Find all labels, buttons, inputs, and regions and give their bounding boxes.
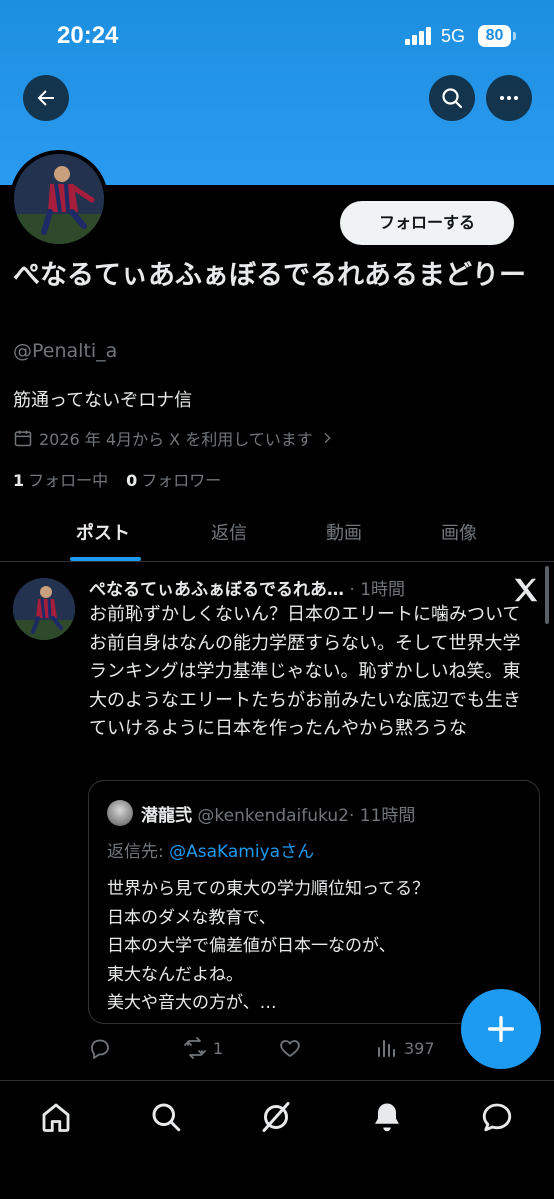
more-button[interactable]	[486, 75, 532, 121]
quoted-post[interactable]: 潜龍弐 @kenkendaifuku2· 11時間 返信先: @AsaKamiy…	[88, 780, 540, 1024]
calendar-icon	[14, 430, 32, 447]
messages-icon	[482, 1103, 512, 1132]
more-icon	[500, 96, 518, 100]
explore-icon	[152, 1103, 181, 1132]
grok-icon	[262, 1102, 290, 1132]
post-text: お前恥ずかしくないん？日本のエリートに噛みついてお前自身はなんの能力学歴すらない…	[89, 604, 521, 739]
bottom-navigation	[0, 1080, 554, 1199]
nav-notifications[interactable]	[369, 1099, 405, 1135]
followers-stat[interactable]: 0 フォロワー	[126, 467, 221, 491]
repost-count: 1	[213, 1038, 224, 1058]
quoted-reply-to: 返信先: @AsaKamiyaさん	[107, 837, 314, 862]
search-button[interactable]	[429, 75, 475, 121]
quoted-post-text: 世界から見ての東大の学力順位知ってる？ 日本のダメな教育で、 日本の大学で偏差値…	[107, 875, 527, 1018]
tab-replies[interactable]: 返信	[211, 519, 247, 545]
profile-handle: @Penalti_a	[13, 340, 118, 362]
compose-button[interactable]	[461, 989, 541, 1069]
quoted-author-handle: @kenkendaifuku2	[197, 806, 349, 826]
views-icon	[378, 1040, 395, 1057]
nav-home[interactable]	[38, 1099, 74, 1135]
post-author-avatar[interactable]	[13, 578, 75, 640]
profile-avatar[interactable]	[10, 150, 108, 248]
back-button[interactable]	[23, 75, 69, 121]
quoted-text-line: 世界から見ての東大の学力順位知ってる？	[107, 879, 430, 899]
battery-icon: 80	[478, 25, 516, 47]
followers-count: 0	[126, 471, 138, 490]
quoted-post-header: 潜龍弐 @kenkendaifuku2· 11時間	[141, 801, 415, 826]
profile-tabs: ポスト 返信 動画 画像	[0, 505, 554, 562]
following-stat[interactable]: 1 フォロー中	[13, 467, 108, 491]
follow-button[interactable]: フォローする	[340, 201, 514, 245]
tab-images[interactable]: 画像	[441, 519, 477, 545]
like-icon	[280, 1040, 300, 1057]
quoted-author-name: 潜龍弐	[141, 806, 192, 826]
status-time: 20:24	[57, 22, 119, 49]
tab-posts[interactable]: ポスト	[76, 519, 130, 545]
reply-prefix: 返信先:	[107, 842, 164, 862]
network-label: 5G	[441, 26, 466, 46]
joined-date-row[interactable]: 2026 年 4月から X を利用しています	[13, 426, 335, 450]
tab-videos[interactable]: 動画	[326, 519, 362, 545]
nav-grok[interactable]	[258, 1099, 294, 1135]
back-arrow-icon	[37, 90, 54, 106]
post-author-name[interactable]: ぺなるてぃあふぁぼるでるれあ…	[89, 580, 344, 600]
nav-explore[interactable]	[148, 1099, 184, 1135]
reply-to-mention[interactable]: @AsaKamiyaさん	[169, 842, 314, 862]
profile-display-name: ぺなるてぃあふぁぼるでるれあるまどりー	[13, 260, 526, 291]
status-bar: 20:24 5G 80	[0, 0, 554, 70]
nav-messages[interactable]	[479, 1099, 515, 1135]
notifications-icon	[375, 1103, 399, 1132]
repost-button[interactable]: 1	[183, 1036, 223, 1060]
compose-icon	[487, 1015, 515, 1043]
quoted-post-time: · 11時間	[348, 806, 416, 826]
quoted-text-line: 日本のダメな教育で、	[107, 907, 276, 928]
post-header: ぺなるてぃあふぁぼるでるれあ… · 1時間	[89, 575, 405, 600]
views-button[interactable]: 397	[374, 1036, 435, 1060]
post-time[interactable]: · 1時間	[349, 580, 405, 600]
quoted-text-line: 東大なんだよね。	[107, 964, 243, 985]
quoted-text-line: 日本の大学で偏差値が日本一なのが、	[107, 936, 396, 956]
views-count: 397	[404, 1038, 435, 1058]
follow-stats: 1 フォロー中 0 フォロワー	[13, 467, 221, 491]
active-tab-indicator	[70, 557, 141, 561]
signal-icon	[405, 27, 433, 45]
followers-label: フォロワー	[141, 471, 222, 490]
joined-date: 2026 年 4月から X を利用しています	[39, 430, 313, 449]
following-label: フォロー中	[28, 471, 109, 490]
repost-icon	[184, 1037, 206, 1059]
reply-button[interactable]	[88, 1036, 118, 1060]
chevron-right-icon	[324, 432, 331, 444]
reply-icon	[91, 1039, 109, 1059]
following-count: 1	[13, 471, 25, 490]
search-icon	[442, 88, 463, 109]
profile-bio: 筋通ってないぞロナ信	[13, 390, 193, 411]
like-button[interactable]	[278, 1036, 308, 1060]
quoted-author-avatar	[107, 800, 133, 826]
home-icon	[42, 1103, 70, 1132]
scrollbar[interactable]	[545, 566, 549, 624]
